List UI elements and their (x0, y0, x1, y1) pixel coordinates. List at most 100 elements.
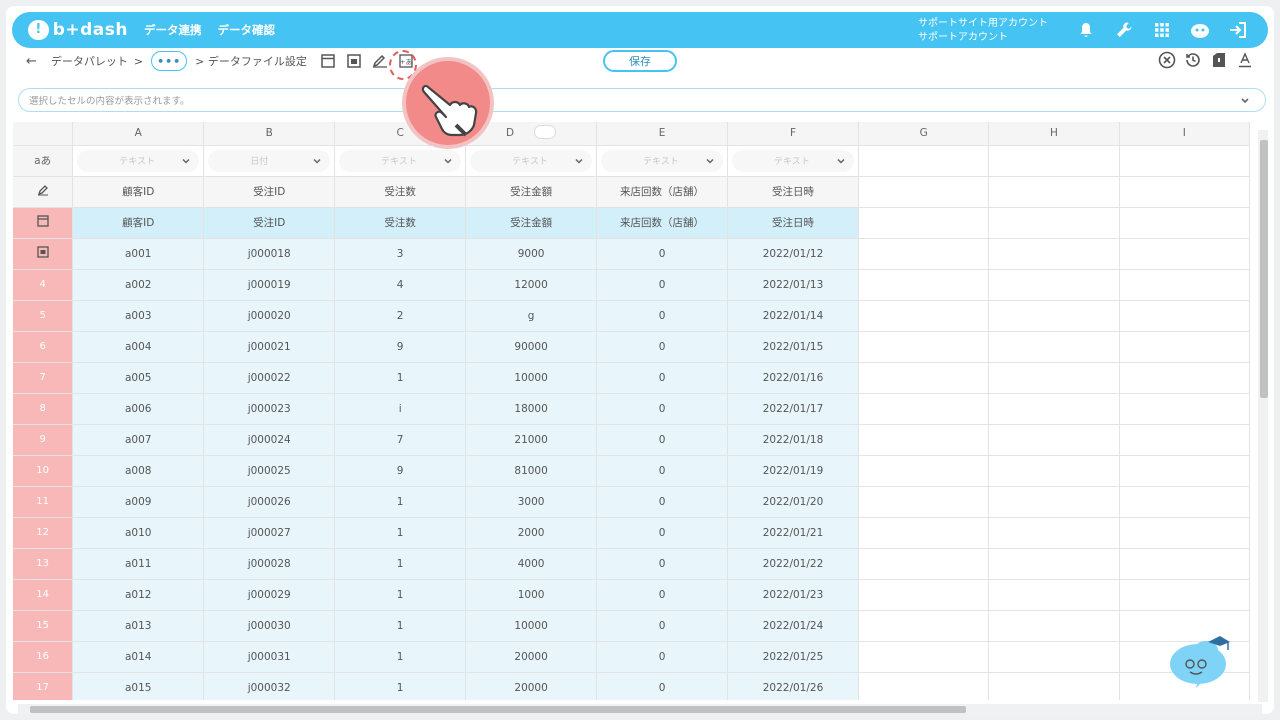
logout-icon[interactable] (1226, 18, 1250, 42)
empty-cell[interactable] (1119, 207, 1250, 239)
wrench-icon[interactable] (1112, 18, 1136, 42)
empty-cell[interactable] (988, 517, 1120, 549)
type-select[interactable]: 日付 (208, 149, 331, 172)
data-cell[interactable]: a011 (72, 548, 205, 580)
data-cell[interactable]: j000021 (203, 331, 336, 363)
empty-cell[interactable] (988, 176, 1120, 208)
data-cell[interactable]: 4 (334, 269, 467, 301)
row-number[interactable]: 13 (13, 548, 74, 580)
empty-cell[interactable] (858, 455, 990, 487)
data-cell[interactable]: 0 (596, 424, 729, 456)
data-cell[interactable]: 2022/01/21 (727, 517, 859, 549)
bell-icon[interactable] (1074, 18, 1098, 42)
data-cell[interactable]: 1 (334, 517, 467, 549)
empty-cell[interactable] (858, 424, 990, 456)
data-cell[interactable]: 9 (334, 455, 467, 487)
data-cell[interactable]: 20000 (465, 672, 598, 700)
data-cell[interactable]: 2022/01/26 (727, 672, 859, 700)
display-name-cell[interactable]: 来店回数（店舗） (596, 176, 729, 208)
data-cell[interactable]: 0 (596, 362, 729, 394)
data-cell[interactable]: a010 (72, 517, 205, 549)
type-select[interactable]: テキスト (732, 149, 854, 172)
horizontal-scroll-thumb[interactable] (30, 706, 966, 713)
data-cell[interactable]: j000025 (203, 455, 336, 487)
empty-cell[interactable] (988, 145, 1120, 177)
logo[interactable]: ! b+dash (28, 20, 128, 40)
nav-data-integration[interactable]: データ連携 (144, 22, 202, 38)
empty-cell[interactable] (988, 548, 1120, 580)
vertical-scroll-thumb[interactable] (1260, 140, 1268, 398)
data-cell[interactable]: 2022/01/15 (727, 331, 859, 363)
type-select[interactable]: テキスト (470, 149, 593, 172)
empty-cell[interactable] (988, 207, 1120, 239)
empty-cell[interactable] (858, 145, 990, 177)
data-cell[interactable]: 2022/01/25 (727, 641, 859, 673)
data-cell[interactable]: 2000 (465, 517, 598, 549)
empty-cell[interactable] (1119, 145, 1250, 177)
empty-cell[interactable] (1119, 455, 1250, 487)
empty-cell[interactable] (988, 455, 1120, 487)
data-cell[interactable]: 2022/01/20 (727, 486, 859, 518)
data-cell[interactable]: 0 (596, 238, 729, 270)
data-cell[interactable]: 81000 (465, 455, 598, 487)
data-cell[interactable]: a008 (72, 455, 205, 487)
empty-cell[interactable] (988, 362, 1120, 394)
data-cell[interactable]: a015 (72, 672, 205, 700)
data-cell[interactable]: 0 (596, 610, 729, 642)
empty-cell[interactable] (858, 207, 990, 239)
data-cell[interactable]: a006 (72, 393, 205, 425)
display-name-cell[interactable]: 受注ID (203, 176, 336, 208)
breadcrumb-more-button[interactable]: ••• (151, 51, 188, 71)
data-cell[interactable]: 12000 (465, 269, 598, 301)
edit-pencil-icon[interactable] (13, 176, 74, 208)
empty-cell[interactable] (988, 424, 1120, 456)
data-cell[interactable]: 2022/01/19 (727, 455, 859, 487)
empty-cell[interactable] (1119, 517, 1250, 549)
data-cell[interactable]: 0 (596, 517, 729, 549)
data-cell[interactable]: 1 (334, 579, 467, 611)
column-header-f[interactable]: F (727, 122, 859, 146)
horizontal-scrollbar[interactable] (18, 704, 1262, 714)
mascot-icon[interactable] (1168, 634, 1232, 690)
row-number[interactable]: 9 (13, 424, 74, 456)
empty-cell[interactable] (858, 300, 990, 332)
empty-cell[interactable] (858, 238, 990, 270)
data-cell[interactable]: a007 (72, 424, 205, 456)
close-circle-icon[interactable] (1158, 51, 1176, 69)
data-cell[interactable]: 1 (334, 672, 467, 700)
set-header-row-icon[interactable] (319, 52, 337, 70)
data-cell[interactable]: 2022/01/13 (727, 269, 859, 301)
grid-menu-icon[interactable] (1150, 18, 1174, 42)
empty-cell[interactable] (858, 610, 990, 642)
column-header-a[interactable]: A (72, 122, 205, 146)
data-cell[interactable]: 90000 (465, 331, 598, 363)
chevron-down-icon[interactable] (1237, 92, 1253, 108)
data-cell[interactable]: 0 (596, 548, 729, 580)
edit-pencil-icon[interactable] (371, 52, 389, 70)
data-cell[interactable]: j000031 (203, 641, 336, 673)
data-cell[interactable]: j000024 (203, 424, 336, 456)
empty-cell[interactable] (988, 238, 1120, 270)
data-cell[interactable]: 0 (596, 455, 729, 487)
data-cell[interactable]: j000032 (203, 672, 336, 700)
header-cell[interactable]: 受注ID (203, 207, 336, 239)
empty-cell[interactable] (988, 300, 1120, 332)
corner-cell[interactable] (13, 122, 74, 146)
data-start-row-icon[interactable] (13, 238, 74, 270)
data-cell[interactable]: j000023 (203, 393, 336, 425)
empty-cell[interactable] (1119, 331, 1250, 363)
data-cell[interactable]: 10000 (465, 610, 598, 642)
data-cell[interactable]: 2022/01/12 (727, 238, 859, 270)
empty-cell[interactable] (858, 176, 990, 208)
empty-cell[interactable] (988, 610, 1120, 642)
data-cell[interactable]: 20000 (465, 641, 598, 673)
type-select[interactable]: テキスト (77, 149, 200, 172)
empty-cell[interactable] (1119, 548, 1250, 580)
empty-cell[interactable] (1119, 269, 1250, 301)
cell-content-bar[interactable]: 選択したセルの内容が表示されます。 (18, 88, 1266, 112)
empty-cell[interactable] (988, 672, 1120, 700)
column-header-i[interactable]: I (1119, 122, 1250, 146)
row-number[interactable]: 4 (13, 269, 74, 301)
header-row-icon[interactable] (13, 207, 74, 239)
data-cell[interactable]: 0 (596, 269, 729, 301)
